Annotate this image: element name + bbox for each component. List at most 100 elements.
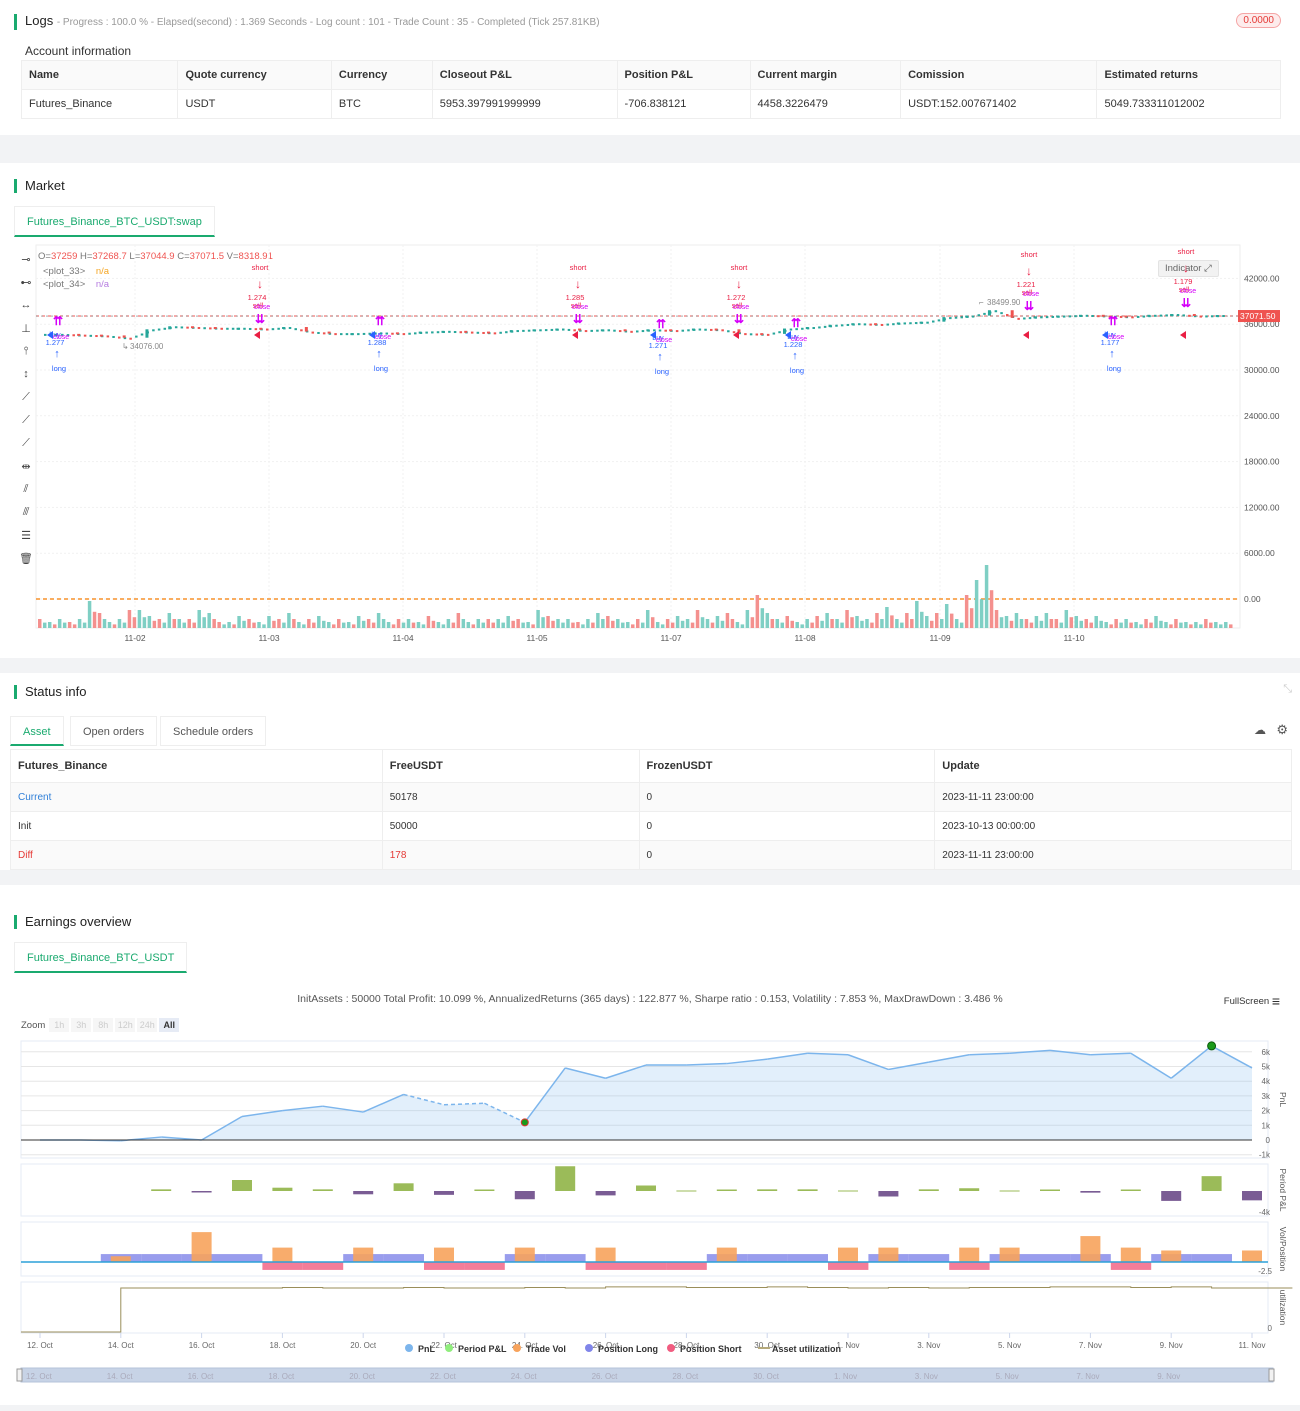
pnl-tick: 2k [1262, 1107, 1271, 1116]
volume-bar [890, 615, 894, 628]
legend-item[interactable]: PnL [418, 1344, 436, 1354]
period-pnl-bar [1242, 1191, 1262, 1201]
period-pnl-bar [757, 1189, 778, 1191]
table-cell: 50000 [381, 811, 640, 841]
volume-bar [611, 620, 615, 628]
volume-bar [810, 622, 814, 628]
volume-bar [82, 622, 87, 628]
candle [168, 326, 172, 330]
table-cell: BTC [330, 89, 433, 119]
tab-schedule-orders[interactable]: Schedule orders [160, 716, 267, 746]
candle [1068, 315, 1072, 318]
volume-bar [1194, 622, 1198, 628]
signal-close: close [791, 336, 807, 343]
legend-item[interactable]: Trade Vol [526, 1344, 566, 1354]
volume-bar [785, 616, 789, 628]
market-chart[interactable]: 42000.0036000.0030000.0024000.0018000.00… [0, 163, 1300, 658]
navigator-handle-left[interactable] [16, 1368, 23, 1382]
volume-bar [740, 624, 745, 628]
tab-open-orders[interactable]: Open orders [70, 716, 158, 746]
candle [727, 330, 730, 333]
collapse-icon[interactable]: ⤡ [1283, 683, 1292, 696]
date-tick: 11-03 [258, 633, 279, 643]
volume-bar [376, 613, 381, 628]
candle [539, 329, 542, 332]
short-arrow-icon: ↓ [736, 277, 742, 291]
legend-item[interactable]: Position Short [680, 1344, 742, 1354]
legend-item[interactable]: Asset utilization [772, 1344, 841, 1354]
volume-bar [531, 624, 535, 628]
navigator-tick: 16. Oct [188, 1372, 215, 1381]
candle [926, 321, 929, 324]
candle [83, 334, 87, 337]
signal-close: close [53, 334, 69, 341]
pnl-tick: 6k [1262, 1048, 1271, 1057]
volume-bar [1164, 622, 1168, 628]
candle [248, 327, 252, 330]
long-arrow-icon: ↑ [54, 348, 60, 360]
tab-asset[interactable]: Asset [10, 716, 64, 746]
volume-bar [317, 616, 321, 628]
candle [135, 335, 138, 338]
volume-bar [1119, 622, 1123, 628]
candle [288, 327, 292, 330]
trade-vol-bar [514, 1247, 535, 1262]
period-pnl-bar [878, 1191, 899, 1197]
trade-vol-bar [434, 1247, 454, 1262]
candle [1010, 310, 1014, 318]
pnl-tick: 3k [1262, 1092, 1271, 1101]
volume-bar [840, 622, 844, 628]
candle [89, 334, 93, 337]
candle [1091, 314, 1094, 317]
volume-bar [1209, 622, 1213, 628]
position-short-bar [828, 1262, 869, 1270]
cloud-download-icon[interactable]: ☁ [1254, 723, 1266, 737]
volume-bar [581, 624, 585, 628]
earnings-chart[interactable]: PnL Period P&L Vol/Position utilization 6k 5k… [0, 885, 1300, 1405]
candle [476, 331, 480, 334]
candle [919, 321, 923, 324]
column-header: FrozenUSDT [638, 749, 936, 783]
navigator-handle-right[interactable] [1268, 1368, 1275, 1382]
volume-bar [1024, 619, 1029, 628]
volume-bar [710, 622, 715, 628]
candle [1222, 315, 1225, 318]
volume-bar [626, 622, 630, 628]
period-pnl-bar [1161, 1191, 1182, 1201]
volume-bar [1149, 622, 1153, 628]
candle [174, 326, 178, 329]
column-header: Comission [900, 60, 1098, 90]
volume-bar [551, 620, 555, 628]
volume-bar [157, 619, 162, 628]
candle [350, 333, 354, 336]
table-cell: 5049.733311012002 [1096, 89, 1281, 119]
date-tick: 11-09 [929, 633, 950, 643]
volume-bar [197, 610, 201, 628]
gear-icon[interactable]: ⚙ [1276, 722, 1288, 738]
position-long-bar [141, 1254, 182, 1262]
legend-item[interactable]: Period P&L [458, 1344, 507, 1354]
candle [231, 327, 235, 330]
volume-bar [227, 622, 231, 628]
volume-bar [566, 619, 570, 628]
candle [1045, 316, 1049, 319]
candle [334, 333, 337, 336]
table-cell: 0 [638, 811, 936, 841]
candle [783, 328, 786, 334]
candle [431, 331, 434, 334]
volume-bar [486, 619, 490, 628]
date-tick: 20. Oct [350, 1341, 377, 1350]
candle [812, 327, 815, 330]
low-annotation: ↳ [122, 342, 129, 351]
legend-item[interactable]: Position Long [598, 1344, 658, 1354]
volume-bar [541, 617, 545, 628]
candle [345, 333, 349, 336]
trade-vol-bar [191, 1232, 212, 1262]
volume-bar [1029, 622, 1034, 628]
candle [1192, 314, 1196, 317]
candle [721, 329, 724, 332]
volume-bar [765, 613, 770, 628]
candle [300, 329, 303, 332]
short-arrow-icon: ↓ [1183, 261, 1189, 275]
volume-bar [1039, 620, 1044, 628]
